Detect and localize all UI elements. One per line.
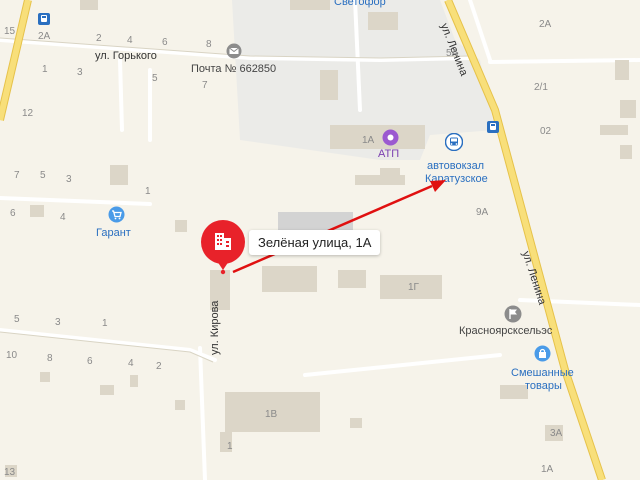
poi-garant-label[interactable]: Гарант [96,227,131,239]
map-view[interactable]: ул. Горького ул. Ленина ул. Ленина ул. К… [0,0,640,480]
house-number: 1А [541,464,554,475]
house-number: 02 [540,126,552,137]
house-number: 4 [128,358,134,369]
bus-stop-icon[interactable] [487,121,499,133]
house-number: 1 [145,186,151,197]
house-number: 2/1 [534,82,548,93]
house-number: 1 [227,441,233,452]
house-number: 3 [55,317,61,328]
house-number: 6 [10,208,16,219]
house-number: 5 [152,73,158,84]
house-number: 5 [14,314,20,325]
poi-shop-line2[interactable]: товары [525,380,562,392]
poi-bus-station-line1[interactable]: автовокзал [427,160,484,172]
house-number: 13 [4,467,16,478]
poi-krasnoyarsk-label[interactable]: Красноярсксельэс [459,325,552,337]
poi-atp-label[interactable]: АТП [378,148,399,160]
street-label-gorkogo: ул. Горького [95,50,157,62]
house-number: 1 [102,318,108,329]
street-label-kirova: ул. Кирова [209,300,221,355]
house-number: 12 [22,108,34,119]
house-number: 6 [87,356,93,367]
house-number: 2А [539,19,552,30]
house-number: 6 [162,37,168,48]
house-number: 3А [550,428,563,439]
house-number: 3 [77,67,83,78]
house-number: 4 [60,212,66,223]
house-number: 1А [362,135,375,146]
house-number: 2 [96,33,102,44]
poi-bus-station-line2[interactable]: Каратузское [425,173,488,185]
house-number: 7 [202,80,208,91]
house-number: 1Г [408,282,419,293]
house-number: 5А [446,48,459,59]
house-number: 1 [42,64,48,75]
house-number: 8 [47,353,53,364]
house-number: 2А [38,31,51,42]
selected-address-label: Зелёная улица, 1А [249,230,381,255]
house-number: 10 [6,350,18,361]
house-number: 4 [127,35,133,46]
house-number: 5 [40,170,46,181]
house-number: 9А [476,207,489,218]
house-number: 8 [206,39,212,50]
poi-shop-line1[interactable]: Смешанные [511,367,574,379]
house-number: 15 [4,26,16,37]
bus-stop-icon[interactable] [38,13,50,25]
house-number: 3 [66,174,72,185]
house-number: 2 [156,361,162,372]
poi-post-label[interactable]: Почта № 662850 [191,63,276,75]
house-number: 1В [265,409,278,420]
house-number: 7 [14,170,20,181]
poi-svetofor-label[interactable]: Светофор [334,0,386,8]
